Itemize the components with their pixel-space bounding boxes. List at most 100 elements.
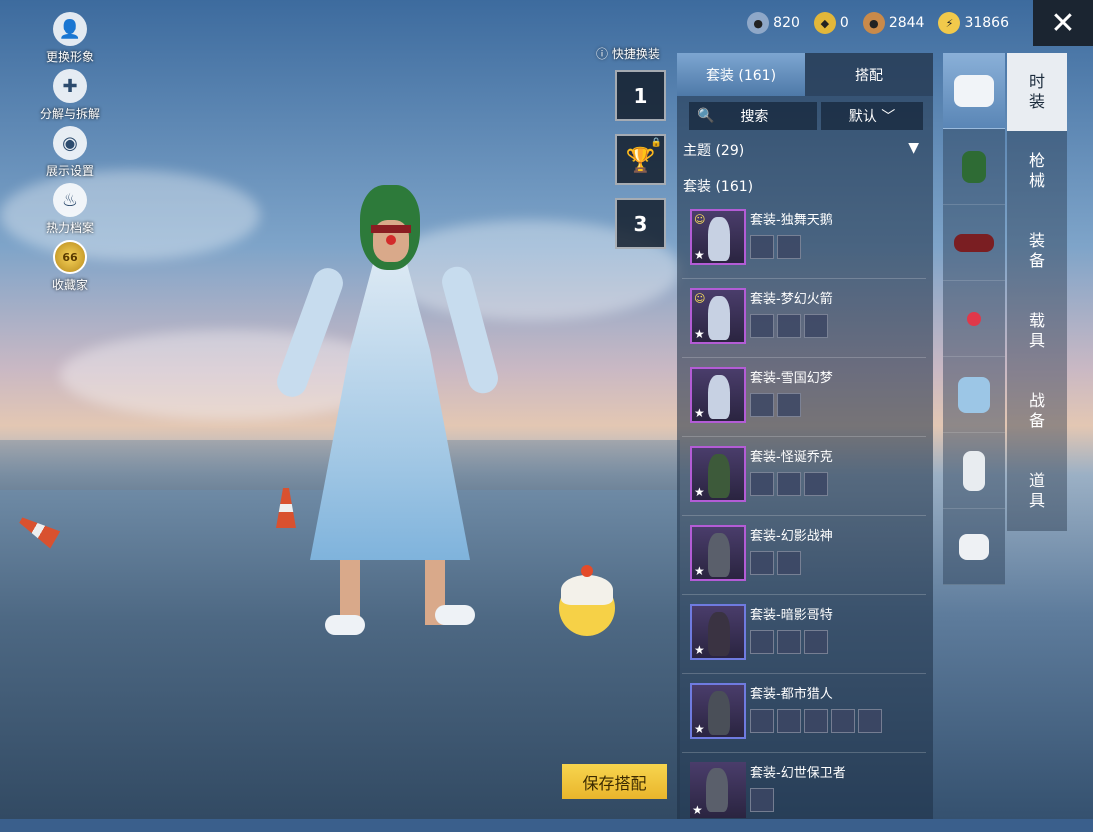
sort-dropdown[interactable]: 默认 ﹀ (821, 102, 923, 130)
category-fashion[interactable]: 时 装 (1007, 53, 1067, 131)
quick-slot-trophy[interactable]: 🏆 🔒 (615, 134, 666, 185)
figure-preview (708, 691, 730, 735)
puzzle-icon: ✚ (53, 69, 87, 103)
outfit-item[interactable]: ★ 套装-怪诞乔克 (682, 438, 926, 516)
tab-combinations[interactable]: 搭配 (805, 53, 933, 96)
part-thumb[interactable] (804, 314, 828, 338)
slot-gloves[interactable] (943, 129, 1005, 205)
part-thumb[interactable] (750, 709, 774, 733)
part-thumb[interactable] (858, 709, 882, 733)
part-thumb[interactable] (750, 235, 774, 259)
figure-preview (708, 296, 730, 340)
slot-pants[interactable] (943, 433, 1005, 509)
category-items[interactable]: 道 具 (1007, 451, 1067, 531)
pin-icon (967, 311, 981, 326)
slot-accessory[interactable] (943, 281, 1005, 357)
quick-switch-label[interactable]: ⓘ 快捷换装 (596, 45, 660, 62)
outfit-thumbnail: ★ (690, 683, 746, 739)
part-thumb[interactable] (750, 472, 774, 496)
part-thumb[interactable] (777, 314, 801, 338)
theme-filter[interactable]: 主题 (29) ▼ (683, 140, 919, 160)
part-thumb[interactable] (750, 788, 774, 812)
outfit-item[interactable]: ★ 套装-雪国幻梦 (682, 359, 926, 437)
quick-slot-1[interactable]: 1 (615, 70, 666, 121)
shoes-icon (959, 533, 989, 560)
outfit-title: 套装-都市猎人 (750, 687, 833, 702)
gold-token-icon: ◆ (813, 12, 836, 34)
part-thumb[interactable] (804, 709, 828, 733)
outfit-thumbnail: ★ (690, 525, 746, 581)
change-appearance-button[interactable]: 👤 更换形象 (30, 12, 110, 69)
section-title: 套装 (161) (683, 179, 754, 195)
player-character[interactable] (272, 185, 502, 645)
part-thumb[interactable] (777, 709, 801, 733)
part-thumb[interactable] (804, 472, 828, 496)
outfit-item[interactable]: ★ 套装-幻影战神 (682, 517, 926, 595)
outfit-item[interactable]: ☺ ★ 套装-独舞天鹅 (682, 201, 926, 279)
outfit-thumbnail: ★ (690, 762, 746, 818)
category-menu: 时 装 枪 械 装 备 载 具 战 备 道 具 (1007, 53, 1067, 531)
collector-button[interactable]: 66 收藏家 (30, 240, 110, 297)
search-input[interactable]: 🔍 搜索 (689, 102, 817, 130)
outfit-item[interactable]: ★ 套装-暗影哥特 (682, 596, 926, 674)
figure-preview (708, 533, 730, 577)
glove-icon (962, 150, 986, 183)
star-icon: ★ (694, 327, 705, 341)
star-icon: ★ (694, 722, 705, 736)
chevron-down-icon: ﹀ (881, 109, 896, 125)
silver-coin-icon: ● (747, 12, 770, 34)
currency-lightning: ⚡ 31866 (938, 12, 1009, 34)
outfit-parts (750, 472, 831, 496)
triangle-down-icon: ▼ (908, 140, 919, 156)
outfit-tabs: 套装 (161) 搭配 (677, 53, 933, 96)
tab-outfits[interactable]: 套装 (161) (677, 53, 805, 96)
figure-preview (708, 217, 730, 261)
clown-nose (386, 235, 396, 245)
category-vehicles[interactable]: 载 具 (1007, 291, 1067, 371)
part-thumb[interactable] (831, 709, 855, 733)
quick-slot-3[interactable]: 3 (615, 198, 666, 249)
category-weapons[interactable]: 枪 械 (1007, 131, 1067, 211)
eye-icon: ◉ (53, 126, 87, 160)
flame-icon: ♨ (53, 183, 87, 217)
emote-icon: ☺ (694, 213, 706, 226)
category-combat-gear[interactable]: 战 备 (1007, 371, 1067, 451)
slot-jacket[interactable] (943, 357, 1005, 433)
part-thumb[interactable] (777, 393, 801, 417)
category-equipment[interactable]: 装 备 (1007, 211, 1067, 291)
part-thumb[interactable] (777, 235, 801, 259)
part-thumb[interactable] (804, 630, 828, 654)
figure-preview (708, 454, 730, 498)
outfit-title: 套装-怪诞乔克 (750, 450, 833, 465)
bronze-coin-icon: ● (862, 12, 885, 34)
part-thumb[interactable] (750, 314, 774, 338)
part-thumb[interactable] (750, 630, 774, 654)
figure-preview (706, 768, 728, 812)
part-thumb[interactable] (750, 551, 774, 575)
outfit-title: 套装-幻世保卫者 (750, 766, 846, 781)
figure-preview (708, 375, 730, 419)
part-thumb[interactable] (777, 630, 801, 654)
outfit-thumbnail: ☺ ★ (690, 288, 746, 344)
part-thumb[interactable] (777, 551, 801, 575)
part-thumb[interactable] (777, 472, 801, 496)
outfit-item[interactable]: ★ 套装-幻世保卫者 (682, 754, 926, 832)
slot-shoes[interactable] (943, 509, 1005, 585)
outfit-item[interactable]: ☺ ★ 套装-梦幻火箭 (682, 280, 926, 358)
close-button[interactable]: ✕ (1033, 0, 1093, 46)
save-outfit-button[interactable]: 保存搭配 (562, 764, 667, 799)
heat-profile-button[interactable]: ♨ 热力档案 (30, 183, 110, 240)
display-settings-button[interactable]: ◉ 展示设置 (30, 126, 110, 183)
star-icon: ★ (692, 803, 703, 817)
outfit-title: 套装-暗影哥特 (750, 608, 833, 623)
character-shoe-left (325, 615, 365, 635)
pet-chick[interactable] (555, 565, 617, 640)
outfit-item[interactable]: ★ 套装-都市猎人 (682, 675, 926, 753)
decompose-button[interactable]: ✚ 分解与拆解 (30, 69, 110, 126)
pants-icon (963, 450, 985, 491)
slot-hat[interactable] (943, 205, 1005, 281)
outfit-parts (750, 788, 777, 812)
person-icon: 👤 (53, 12, 87, 46)
part-thumb[interactable] (750, 393, 774, 417)
slot-outfit[interactable] (943, 53, 1005, 129)
